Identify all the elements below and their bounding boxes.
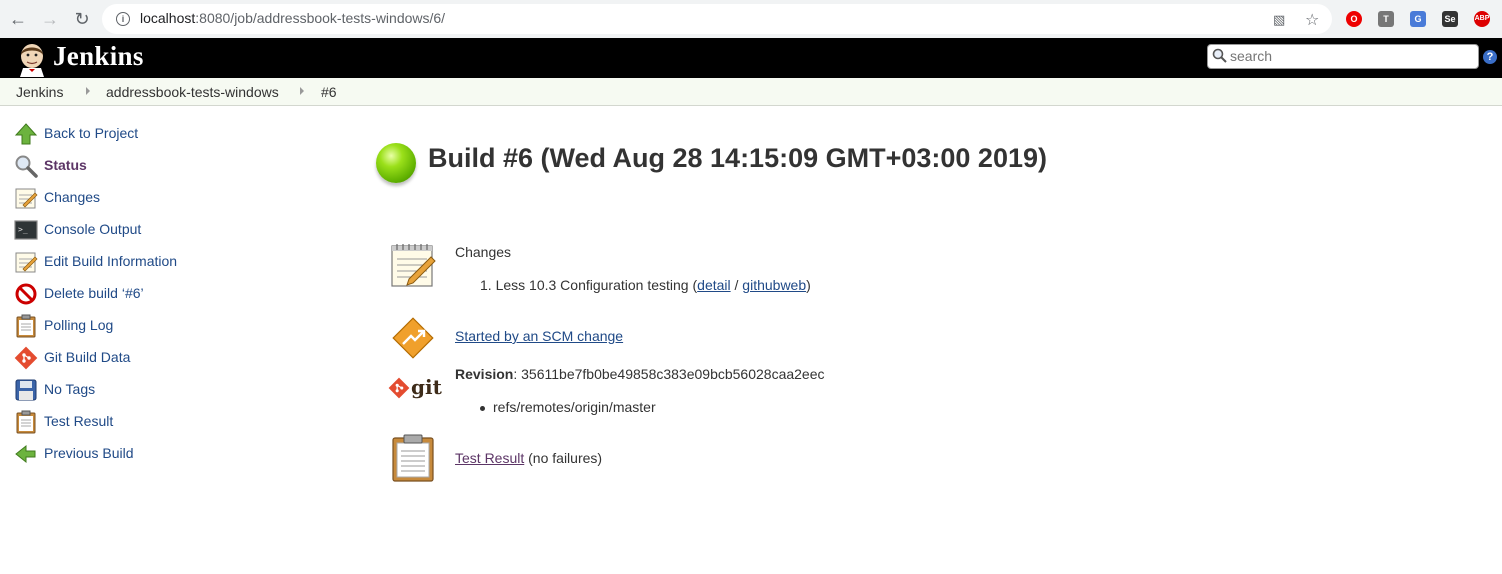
sidebar-item-label: Changes [44, 189, 101, 205]
jenkins-title[interactable]: Jenkins [53, 41, 144, 72]
git-logo: git [388, 375, 442, 401]
page-title: Build #6 (Wed Aug 28 14:15:09 GMT+03:00 … [428, 143, 1047, 173]
floppy-icon [15, 379, 37, 401]
sidebar-item-no-tags[interactable]: No Tags [14, 378, 314, 402]
search-field[interactable] [1207, 44, 1479, 69]
text-extension-icon[interactable]: T [1378, 11, 1394, 27]
git-icon [14, 346, 38, 370]
bullet-icon [480, 405, 485, 411]
bookmark-star-icon[interactable]: ☆ [1305, 10, 1319, 30]
breadcrumb-job[interactable]: addressbook-tests-windows [106, 84, 279, 100]
git-logo-text: git [411, 375, 442, 399]
test-result-summary: Test Result (no failures) [455, 450, 602, 466]
sidebar-item-label: Delete build ‘#6’ [44, 285, 144, 301]
sidebar-item-label: Console Output [44, 221, 142, 237]
change-separator: / [730, 277, 743, 293]
magnifier-icon [15, 155, 38, 178]
clipboard-icon [16, 410, 36, 434]
clipboard-icon [16, 314, 36, 338]
sidebar-item-console-output[interactable]: >_ Console Output [14, 218, 314, 242]
sidebar-item-label: Test Result [44, 413, 114, 429]
test-result-suffix: (no failures) [528, 450, 603, 466]
sidebar-item-label: Previous Build [44, 445, 134, 461]
sidebar-item-changes[interactable]: Changes [14, 186, 314, 210]
url-text[interactable]: localhost:8080/job/addressbook-tests-win… [140, 10, 445, 26]
change-close-paren: ) [806, 277, 811, 293]
git-icon [388, 377, 410, 399]
notepad-icon [15, 188, 38, 209]
change-number: 1. [480, 277, 492, 293]
breadcrumb-build[interactable]: #6 [321, 84, 337, 100]
selenium-icon[interactable]: Se [1442, 11, 1458, 27]
left-arrow-icon [15, 444, 36, 464]
sidebar-item-status[interactable]: Status [14, 154, 314, 178]
sidebar-item-delete-build[interactable]: Delete build ‘#6’ [14, 282, 314, 306]
breadcrumb-chevron-icon[interactable] [300, 87, 304, 95]
breadcrumb-chevron-icon[interactable] [86, 87, 90, 95]
change-list-item: 1. Less 10.3 Configuration testing (deta… [480, 277, 811, 293]
change-githubweb-link[interactable]: githubweb [742, 277, 806, 293]
sidebar-item-label: Status [44, 157, 87, 173]
terminal-icon: >_ [14, 220, 38, 240]
jenkins-header: Jenkins ? [0, 38, 1502, 78]
branch-list-item: refs/remotes/origin/master [480, 399, 656, 415]
svg-text:>_: >_ [18, 225, 28, 234]
no-entry-icon [15, 283, 37, 305]
branch-name: refs/remotes/origin/master [493, 399, 656, 415]
notepad-icon [391, 244, 436, 287]
test-result-link[interactable]: Test Result [455, 450, 524, 466]
browser-toolbar: ← → ↻ i localhost:8080/job/addressbook-t… [0, 0, 1502, 39]
back-arrow-icon[interactable]: ← [6, 7, 30, 31]
address-bar[interactable]: i localhost:8080/job/addressbook-tests-w… [102, 4, 1332, 34]
google-translate-icon[interactable]: G [1410, 11, 1426, 27]
revision-label: Revision [455, 366, 514, 382]
scm-change-cause-link[interactable]: Started by an SCM change [455, 328, 623, 344]
change-message: Less 10.3 Configuration testing ( [495, 277, 698, 293]
search-input[interactable] [1230, 47, 1470, 65]
sidebar-item-test-result[interactable]: Test Result [14, 410, 314, 434]
up-arrow-icon [14, 123, 38, 145]
translate-page-icon[interactable]: ▧ [1273, 12, 1285, 28]
breadcrumb-jenkins[interactable]: Jenkins [16, 84, 63, 100]
adblock-icon[interactable]: ABP [1474, 11, 1490, 27]
site-info-icon[interactable]: i [116, 12, 130, 26]
sidebar-item-label: Git Build Data [44, 349, 131, 365]
help-icon[interactable]: ? [1483, 50, 1497, 64]
sidebar-item-label: Edit Build Information [44, 253, 178, 269]
sidebar-item-label: No Tags [44, 381, 96, 397]
sidebar-item-previous-build[interactable]: Previous Build [14, 442, 314, 466]
sidebar-item-label: Polling Log [44, 317, 114, 333]
sidebar-item-git-build-data[interactable]: Git Build Data [14, 346, 314, 370]
changes-heading: Changes [455, 244, 512, 260]
jenkins-butler-icon[interactable] [14, 41, 50, 77]
sidebar-item-polling-log[interactable]: Polling Log [14, 314, 314, 338]
revision-hash: : 35611be7fb0be49858c383e09bcb56028caa2e… [513, 366, 825, 382]
breadcrumb: Jenkins addressbook-tests-windows #6 [0, 78, 1502, 106]
git-revision: Revision: 35611be7fb0be49858c383e09bcb56… [455, 366, 825, 382]
forward-arrow-icon[interactable]: → [38, 7, 62, 31]
sidebar-item-back-to-project[interactable]: Back to Project [14, 122, 314, 146]
sidebar-item-edit-build-information[interactable]: Edit Build Information [14, 250, 314, 274]
search-icon [1212, 48, 1227, 63]
build-status-ball-icon [376, 143, 416, 183]
opera-icon[interactable]: O [1346, 11, 1362, 27]
change-detail-link[interactable]: detail [697, 277, 730, 293]
reload-icon[interactable]: ↻ [70, 7, 94, 31]
notepad-icon [15, 252, 38, 273]
sidebar-item-label: Back to Project [44, 125, 139, 141]
clipboard-icon [392, 434, 434, 482]
scm-change-icon [392, 317, 434, 359]
